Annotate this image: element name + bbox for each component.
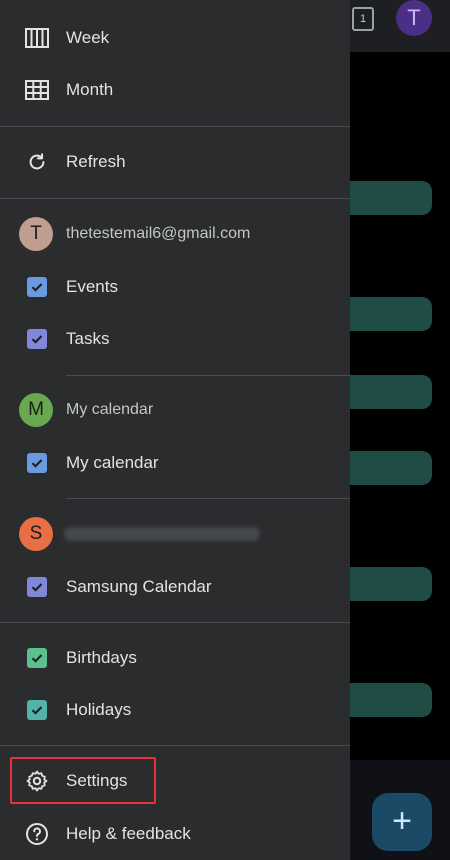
calendar-item-my-calendar[interactable]: My calendar — [0, 437, 350, 489]
divider — [0, 622, 350, 623]
today-icon[interactable]: 1 — [352, 7, 374, 31]
drawer-item-month[interactable]: Month — [0, 64, 350, 116]
account-header-my-calendar: M My calendar — [0, 384, 350, 436]
help-icon — [24, 821, 50, 847]
check-icon — [31, 706, 43, 715]
divider — [0, 745, 350, 746]
account-email: thetestemail6@gmail.com — [66, 225, 251, 242]
account-avatar: S — [19, 517, 53, 551]
create-event-button[interactable]: + — [372, 793, 432, 851]
checkbox-tasks[interactable] — [24, 326, 50, 352]
check-icon — [31, 459, 43, 468]
check-icon — [31, 283, 43, 292]
check-icon — [31, 583, 43, 592]
calendar-item-tasks[interactable]: Tasks — [0, 313, 350, 365]
calendar-item-label: Tasks — [66, 329, 110, 348]
checkbox-events[interactable] — [24, 274, 50, 300]
account-name: My calendar — [66, 401, 154, 418]
calendar-item-label: Samsung Calendar — [66, 577, 212, 596]
checkbox-holidays[interactable] — [24, 697, 50, 723]
navigation-drawer: Week Month Refresh T thetestemail6@gmail… — [0, 0, 350, 860]
calendar-item-label: Birthdays — [66, 648, 137, 667]
calendar-item-samsung-calendar[interactable]: Samsung Calendar — [0, 561, 350, 613]
calendar-item-holidays[interactable]: Holidays — [0, 684, 350, 736]
obscured-account-email — [64, 527, 260, 541]
drawer-item-label: Month — [66, 80, 114, 99]
drawer-item-week[interactable]: Week — [0, 12, 350, 64]
month-view-icon — [24, 77, 50, 103]
drawer-item-help-feedback[interactable]: Help & feedback — [0, 808, 350, 860]
divider — [0, 126, 350, 127]
account-header-primary: T thetestemail6@gmail.com — [0, 208, 350, 260]
account-header-samsung: S — [0, 508, 350, 560]
drawer-item-label: Week — [66, 28, 110, 47]
divider — [0, 198, 350, 199]
checkbox-birthdays[interactable] — [24, 645, 50, 671]
checkbox-my-calendar[interactable] — [24, 450, 50, 476]
refresh-icon — [24, 149, 50, 175]
check-icon — [31, 335, 43, 344]
drawer-item-label: Refresh — [66, 152, 126, 171]
calendar-item-label: Holidays — [66, 700, 132, 719]
checkbox-samsung-calendar[interactable] — [24, 574, 50, 600]
divider — [66, 375, 350, 376]
drawer-item-label: Help & feedback — [66, 824, 191, 843]
calendar-item-birthdays[interactable]: Birthdays — [0, 632, 350, 684]
drawer-item-refresh[interactable]: Refresh — [0, 136, 350, 188]
account-avatar: T — [19, 217, 53, 251]
account-avatar: M — [19, 393, 53, 427]
calendar-item-label: My calendar — [66, 453, 159, 472]
check-icon — [31, 654, 43, 663]
account-avatar[interactable]: T — [396, 0, 432, 36]
divider — [66, 498, 350, 499]
week-view-icon — [24, 25, 50, 51]
settings-highlight-box — [10, 757, 156, 804]
calendar-item-events[interactable]: Events — [0, 261, 350, 313]
calendar-item-label: Events — [66, 277, 118, 296]
